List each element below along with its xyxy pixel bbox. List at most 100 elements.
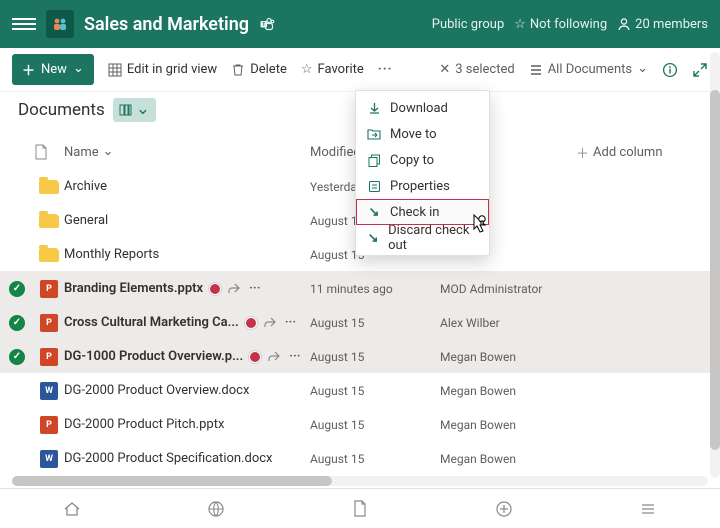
modified-by-cell: Megan Bowen bbox=[440, 418, 576, 432]
modified-cell: 11 minutes ago bbox=[310, 282, 440, 296]
file-name-cell[interactable]: DG-2000 Product Specification.docx bbox=[64, 451, 310, 466]
discard-icon: ↘ bbox=[366, 231, 380, 246]
edit-grid-button[interactable]: Edit in grid view bbox=[108, 62, 217, 77]
teams-icon[interactable]: T bbox=[259, 16, 275, 32]
file-name-cell[interactable]: DG-2000 Product Overview.docx bbox=[64, 383, 310, 398]
file-name-cell[interactable]: General bbox=[64, 213, 310, 228]
table-row[interactable]: Cross Cultural Marketing Ca...···August … bbox=[0, 305, 712, 339]
follow-button[interactable]: ☆ Not following bbox=[514, 17, 607, 32]
trash-icon bbox=[231, 63, 245, 77]
share-icon[interactable] bbox=[227, 282, 241, 296]
clear-selection-button[interactable]: ✕ 3 selected bbox=[439, 62, 514, 77]
file-type-icon bbox=[34, 280, 64, 298]
file-icon bbox=[352, 500, 368, 518]
person-icon bbox=[617, 17, 631, 31]
modified-by-cell: Megan Bowen bbox=[440, 452, 576, 466]
file-type-icon bbox=[34, 348, 64, 366]
new-button[interactable]: ＋ New ⌄ bbox=[12, 54, 94, 85]
grid-icon bbox=[108, 63, 122, 77]
members-button[interactable]: 20 members bbox=[617, 17, 708, 32]
cursor-icon bbox=[470, 214, 490, 236]
add-icon bbox=[495, 500, 513, 518]
view-switcher[interactable]: All Documents ⌄ bbox=[529, 62, 648, 77]
appbar-global[interactable] bbox=[144, 500, 288, 518]
library-heading: Documents bbox=[18, 100, 105, 120]
list-icon bbox=[529, 63, 543, 77]
check-icon bbox=[9, 349, 25, 365]
appbar-files[interactable] bbox=[288, 500, 432, 518]
file-icon bbox=[34, 144, 48, 160]
checked-out-icon bbox=[245, 317, 257, 329]
modified-cell: August 15 bbox=[310, 384, 440, 398]
file-name: General bbox=[64, 213, 108, 228]
file-type-icon bbox=[34, 214, 64, 228]
appbar-add[interactable] bbox=[432, 500, 576, 518]
row-selector[interactable] bbox=[0, 315, 34, 331]
file-name-cell[interactable]: Branding Elements.pptx ··· bbox=[64, 281, 310, 296]
appbar-menu[interactable] bbox=[576, 500, 720, 518]
add-column-button[interactable]: ＋ Add column bbox=[576, 143, 694, 162]
menu-download[interactable]: Download bbox=[356, 95, 489, 121]
star-icon: ☆ bbox=[514, 17, 526, 32]
plus-icon: ＋ bbox=[22, 60, 35, 79]
chevron-down-icon: ⌄ bbox=[136, 99, 150, 119]
checked-out-icon bbox=[209, 283, 221, 295]
chevron-down-icon: ⌄ bbox=[73, 61, 84, 76]
modified-cell: August 15 bbox=[310, 350, 440, 364]
share-icon[interactable] bbox=[267, 350, 281, 364]
file-name: Monthly Reports bbox=[64, 247, 159, 262]
modified-by-cell: Megan Bowen bbox=[440, 384, 576, 398]
table-row[interactable]: DG-1000 Product Overview.p... ··· August 1… bbox=[0, 339, 712, 373]
favorite-button[interactable]: ☆ Favorite bbox=[301, 62, 364, 77]
row-selector[interactable] bbox=[0, 349, 34, 365]
file-name: DG-2000 Product Specification.docx bbox=[64, 451, 273, 466]
chevron-down-icon: ⌄ bbox=[103, 144, 114, 159]
site-title[interactable]: Sales and Marketing bbox=[84, 14, 249, 35]
file-name: DG-2000 Product Overview.docx bbox=[64, 383, 249, 398]
file-name-cell[interactable]: Cross Cultural Marketing Ca...··· bbox=[64, 315, 310, 330]
file-name: DG-1000 Product Overview.p... bbox=[64, 349, 243, 364]
file-name-cell[interactable]: Monthly Reports bbox=[64, 247, 310, 262]
appbar-home[interactable] bbox=[0, 500, 144, 518]
more-commands-button[interactable]: ··· bbox=[378, 62, 393, 77]
menu-copy-to[interactable]: Copy to bbox=[356, 147, 489, 173]
expand-icon[interactable] bbox=[692, 62, 708, 78]
tiles-icon bbox=[119, 104, 132, 117]
file-name-cell[interactable]: DG-1000 Product Overview.p... ··· bbox=[64, 349, 310, 364]
modified-cell: August 15 bbox=[310, 452, 440, 466]
table-row[interactable]: Branding Elements.pptx ··· 11 minutes agoM… bbox=[0, 271, 712, 305]
home-icon bbox=[63, 500, 81, 518]
menu-properties[interactable]: Properties bbox=[356, 173, 489, 199]
modified-cell: August 15 bbox=[310, 316, 440, 330]
people-icon bbox=[52, 16, 68, 32]
waffle-menu-button[interactable] bbox=[12, 18, 36, 30]
file-name: Branding Elements.pptx bbox=[64, 281, 203, 296]
folder-arrow-icon bbox=[366, 128, 382, 140]
table-row[interactable]: DG-2000 Product Specification.docx August… bbox=[0, 441, 712, 475]
site-logo[interactable] bbox=[46, 10, 74, 38]
file-name-cell[interactable]: DG-2000 Product Pitch.pptx bbox=[64, 417, 310, 432]
horizontal-scrollbar[interactable] bbox=[12, 476, 708, 486]
globe-icon bbox=[207, 500, 225, 518]
row-selector[interactable] bbox=[0, 281, 34, 297]
menu-icon bbox=[639, 500, 657, 518]
row-more-button[interactable]: ··· bbox=[281, 315, 300, 330]
row-more-button[interactable]: ··· bbox=[245, 281, 264, 296]
row-more-button[interactable]: ··· bbox=[285, 349, 304, 364]
file-type-icon bbox=[34, 248, 64, 262]
view-dropdown-pill[interactable]: ⌄ bbox=[113, 98, 156, 122]
table-row[interactable]: DG-2000 Product Pitch.pptxAugust 15Megan… bbox=[0, 407, 712, 441]
delete-button[interactable]: Delete bbox=[231, 62, 287, 77]
share-icon[interactable] bbox=[263, 316, 277, 330]
chevron-down-icon: ⌄ bbox=[637, 61, 648, 76]
info-icon[interactable] bbox=[662, 62, 678, 78]
menu-move-to[interactable]: Move to bbox=[356, 121, 489, 147]
column-name[interactable]: Name ⌄ bbox=[64, 145, 310, 160]
file-name-cell[interactable]: Archive bbox=[64, 179, 310, 194]
checked-out-icon bbox=[249, 351, 261, 363]
table-row[interactable]: DG-2000 Product Overview.docx August 15Me… bbox=[0, 373, 712, 407]
modified-by-cell: MOD Administrator bbox=[440, 282, 576, 296]
file-name: Archive bbox=[64, 179, 107, 194]
app-bar bbox=[0, 488, 720, 528]
vertical-scrollbar[interactable] bbox=[710, 52, 720, 478]
